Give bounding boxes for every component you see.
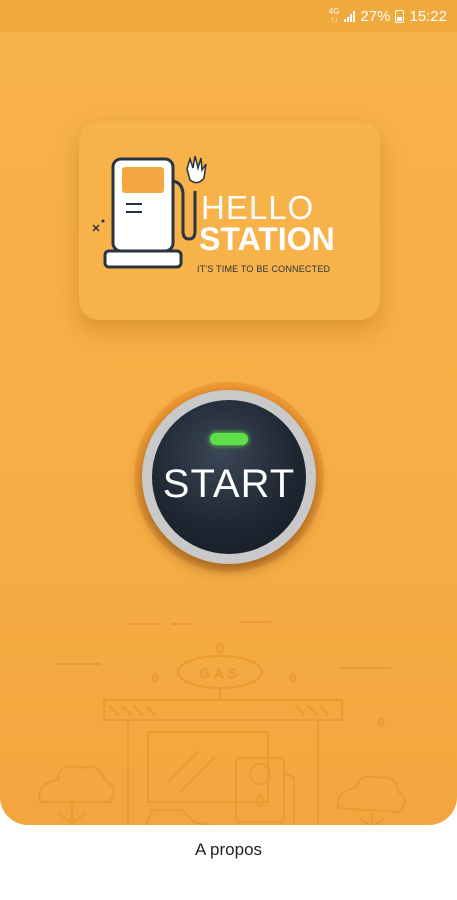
clock: 15:22 [409, 7, 447, 25]
main-panel: HELLO STATION IT'S TIME TO BE CONNECTED … [0, 32, 457, 825]
start-button-label: START [162, 461, 296, 506]
network-indicator: 4G ↑↓ [328, 7, 340, 24]
battery-percent: 27% [360, 7, 391, 25]
gas-sign-text: GAS [199, 665, 241, 681]
start-button[interactable]: START [142, 390, 316, 564]
signal-icon [344, 10, 356, 22]
about-link[interactable]: A propos [0, 840, 457, 860]
logo-tagline: IT'S TIME TO BE CONNECTED [197, 264, 331, 274]
start-button-face: START [152, 400, 306, 554]
logo-card: HELLO STATION IT'S TIME TO BE CONNECTED [79, 121, 380, 320]
status-led-icon [210, 433, 248, 445]
battery-icon [395, 9, 405, 23]
gas-station-illustration: GAS [38, 621, 406, 825]
logo-title-station: STATION [199, 221, 335, 257]
network-label: 4G [328, 7, 340, 16]
status-bar: 4G ↑↓ 27% 15:22 [0, 0, 457, 32]
start-button-ring: START [134, 382, 324, 572]
